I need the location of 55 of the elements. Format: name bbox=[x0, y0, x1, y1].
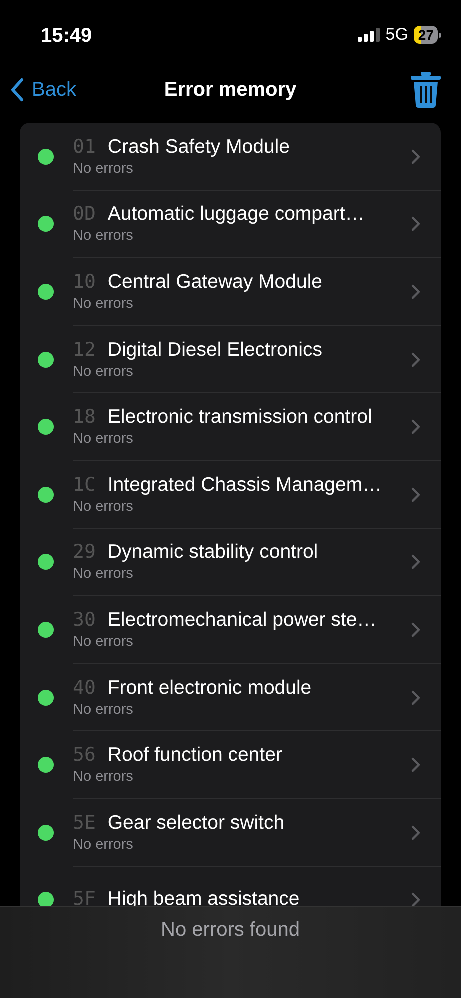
chevron-right-icon bbox=[411, 690, 421, 706]
module-status: No errors bbox=[73, 228, 134, 244]
module-status: No errors bbox=[73, 431, 134, 448]
module-name: Dynamic stability control bbox=[108, 541, 318, 564]
module-name: Automatic luggage compart… bbox=[108, 203, 365, 226]
screen-title: Error memory bbox=[164, 78, 297, 102]
signal-icon bbox=[358, 28, 380, 42]
module-code: 5F bbox=[73, 888, 96, 910]
module-code: 30 bbox=[73, 608, 96, 631]
chevron-right-icon bbox=[411, 352, 421, 368]
module-name: Roof function center bbox=[108, 744, 282, 768]
chevron-right-icon bbox=[411, 824, 421, 841]
module-code: 29 bbox=[73, 541, 96, 564]
status-message: No errors found bbox=[161, 919, 300, 943]
module-code: 18 bbox=[73, 406, 96, 428]
network-label: 5G bbox=[386, 25, 408, 45]
chevron-right-icon bbox=[411, 284, 421, 300]
module-code: 01 bbox=[73, 136, 96, 158]
trash-icon bbox=[411, 72, 441, 108]
chevron-right-icon bbox=[411, 486, 421, 503]
module-status: No errors bbox=[73, 160, 134, 177]
chevron-right-icon bbox=[411, 622, 421, 638]
module-status: No errors bbox=[73, 566, 134, 582]
module-code: 0D bbox=[73, 203, 96, 226]
module-code: 1C bbox=[73, 474, 96, 496]
module-status: No errors bbox=[73, 769, 134, 786]
trash-button[interactable] bbox=[411, 72, 441, 108]
module-name: Digital Diesel Electronics bbox=[108, 338, 322, 362]
module-code: 10 bbox=[73, 270, 96, 293]
clock-time: 15:49 bbox=[41, 24, 94, 48]
module-status: No errors bbox=[73, 296, 134, 312]
module-name: Electronic transmission control bbox=[108, 406, 372, 430]
chevron-right-icon bbox=[411, 892, 421, 908]
module-code: 56 bbox=[73, 744, 96, 766]
chevron-right-icon bbox=[411, 148, 421, 165]
chevron-right-icon bbox=[411, 757, 421, 774]
chevron-right-icon bbox=[411, 419, 421, 436]
module-code: 5E bbox=[73, 812, 96, 834]
module-code: 12 bbox=[73, 338, 96, 361]
module-status: No errors bbox=[73, 364, 134, 380]
chevron-right-icon bbox=[411, 216, 421, 232]
module-name: Central Gateway Module bbox=[108, 270, 322, 294]
module-code: 40 bbox=[73, 676, 96, 699]
module-status: No errors bbox=[73, 634, 134, 650]
module-name: Electromechanical power ste… bbox=[108, 608, 377, 632]
module-status: No errors bbox=[73, 498, 134, 515]
chevron-left-icon bbox=[10, 78, 24, 102]
back-button[interactable]: Back bbox=[10, 78, 76, 102]
module-name: Integrated Chassis Managem… bbox=[108, 474, 382, 497]
chevron-right-icon bbox=[411, 554, 421, 570]
module-status: No errors bbox=[73, 702, 134, 718]
module-name: Gear selector switch bbox=[108, 812, 285, 835]
module-name: Front electronic module bbox=[108, 676, 312, 700]
module-status: No errors bbox=[73, 836, 134, 853]
module-name: Crash Safety Module bbox=[108, 136, 290, 159]
